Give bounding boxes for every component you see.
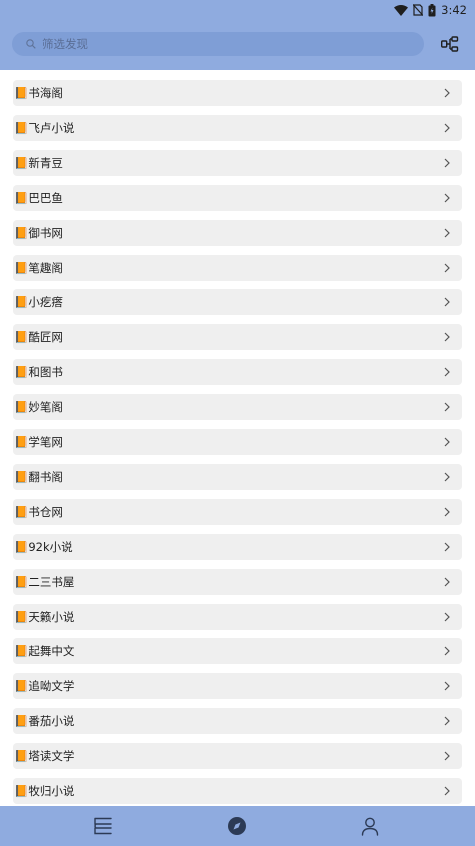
search-input[interactable] bbox=[42, 37, 402, 51]
source-list-item[interactable]: 📙学笔网 bbox=[13, 429, 462, 455]
nav-discover[interactable] bbox=[226, 815, 248, 837]
chevron-right-icon bbox=[444, 507, 450, 517]
source-name: 📙学笔网 bbox=[14, 435, 63, 449]
source-name: 📙92k小说 bbox=[14, 539, 73, 554]
nav-bookshelf[interactable] bbox=[92, 815, 114, 837]
source-name: 📙酷匠网 bbox=[14, 330, 63, 345]
chevron-right-icon bbox=[444, 332, 450, 342]
source-name: 📙牧归小说 bbox=[14, 784, 75, 798]
nav-profile[interactable] bbox=[359, 815, 381, 837]
source-name: 📙飞卢小说 bbox=[14, 120, 75, 135]
source-list-item[interactable]: 📙笔趣阁 bbox=[13, 254, 462, 281]
source-name: 📙天籁小说 bbox=[14, 609, 75, 624]
bookshelf-icon bbox=[94, 817, 112, 835]
chevron-right-icon bbox=[444, 88, 450, 98]
source-list-item[interactable]: 📙牧归小说 bbox=[13, 778, 462, 804]
tree-menu-icon bbox=[441, 36, 459, 52]
person-icon bbox=[361, 817, 379, 836]
source-list-item[interactable]: 📙天籁小说 bbox=[13, 603, 462, 630]
source-name: 📙番茄小说 bbox=[14, 714, 75, 729]
battery-icon bbox=[428, 3, 436, 16]
source-list-item[interactable]: 📙小疙瘩 bbox=[13, 289, 462, 316]
source-name: 📙和图书 bbox=[14, 365, 63, 380]
chevron-right-icon bbox=[444, 123, 450, 133]
clock: 3:42 bbox=[441, 3, 467, 17]
source-list-item[interactable]: 📙翻书阁 bbox=[13, 463, 462, 490]
source-name: 📙妙笔阁 bbox=[14, 400, 63, 415]
chevron-right-icon bbox=[444, 437, 450, 447]
source-name: 📙书仓网 bbox=[14, 504, 63, 519]
source-list-item[interactable]: 📙妙笔阁 bbox=[13, 394, 462, 421]
chevron-right-icon bbox=[444, 263, 450, 273]
source-list-item[interactable]: 📙起舞中文 bbox=[13, 638, 462, 665]
chevron-right-icon bbox=[444, 786, 450, 796]
source-name: 📙翻书阁 bbox=[14, 469, 63, 484]
compass-icon bbox=[228, 817, 246, 835]
status-icons: 3:42 bbox=[394, 3, 467, 17]
chevron-right-icon bbox=[444, 751, 450, 761]
chevron-right-icon bbox=[444, 193, 450, 203]
chevron-right-icon bbox=[444, 577, 450, 587]
chevron-right-icon bbox=[444, 612, 450, 622]
source-name: 📙小疙瘩 bbox=[14, 295, 63, 310]
chevron-right-icon bbox=[444, 716, 450, 726]
chevron-right-icon bbox=[444, 402, 450, 412]
source-list-item[interactable]: 📙书仓网 bbox=[13, 498, 462, 525]
search-bar[interactable] bbox=[12, 32, 424, 56]
chevron-right-icon bbox=[444, 297, 450, 307]
no-sim-icon bbox=[413, 4, 424, 16]
source-list-item[interactable]: 📙御书网 bbox=[13, 219, 462, 246]
source-list-item[interactable]: 📙书海阁 bbox=[13, 80, 462, 106]
source-list-item[interactable]: 📙巴巴鱼 bbox=[13, 184, 462, 211]
source-name: 📙二三书屋 bbox=[14, 574, 75, 589]
source-name: 📙塔读文学 bbox=[14, 749, 75, 764]
source-list-item[interactable]: 📙塔读文学 bbox=[13, 743, 462, 770]
source-list-item[interactable]: 📙酷匠网 bbox=[13, 324, 462, 351]
source-list-item[interactable]: 📙二三书屋 bbox=[13, 568, 462, 595]
chevron-right-icon bbox=[444, 367, 450, 377]
source-name: 📙笔趣阁 bbox=[14, 260, 63, 275]
source-name: 📙书海阁 bbox=[14, 86, 63, 100]
app-header: 3:42 bbox=[0, 0, 475, 70]
chevron-right-icon bbox=[444, 681, 450, 691]
chevron-right-icon bbox=[444, 228, 450, 238]
source-list-item[interactable]: 📙飞卢小说 bbox=[13, 114, 462, 141]
bottom-navigation bbox=[0, 806, 475, 846]
source-list-item[interactable]: 📙番茄小说 bbox=[13, 708, 462, 735]
wifi-icon bbox=[394, 4, 409, 16]
source-name: 📙巴巴鱼 bbox=[14, 190, 63, 205]
chevron-right-icon bbox=[444, 646, 450, 656]
chevron-right-icon bbox=[444, 472, 450, 482]
tree-menu-button[interactable] bbox=[440, 34, 460, 54]
source-name: 📙追呦文学 bbox=[14, 679, 75, 694]
chevron-right-icon bbox=[444, 542, 450, 552]
source-name: 📙起舞中文 bbox=[14, 644, 75, 659]
status-bar: 3:42 bbox=[0, 0, 475, 22]
source-name: 📙新青豆 bbox=[14, 155, 63, 170]
chevron-right-icon bbox=[444, 158, 450, 168]
search-icon bbox=[26, 39, 36, 49]
source-list-item[interactable]: 📙追呦文学 bbox=[13, 673, 462, 700]
source-list-item[interactable]: 📙和图书 bbox=[13, 359, 462, 386]
source-list-item[interactable]: 📙新青豆 bbox=[13, 149, 462, 176]
source-name: 📙御书网 bbox=[14, 225, 63, 240]
source-list-item[interactable]: 📙92k小说 bbox=[13, 533, 462, 560]
